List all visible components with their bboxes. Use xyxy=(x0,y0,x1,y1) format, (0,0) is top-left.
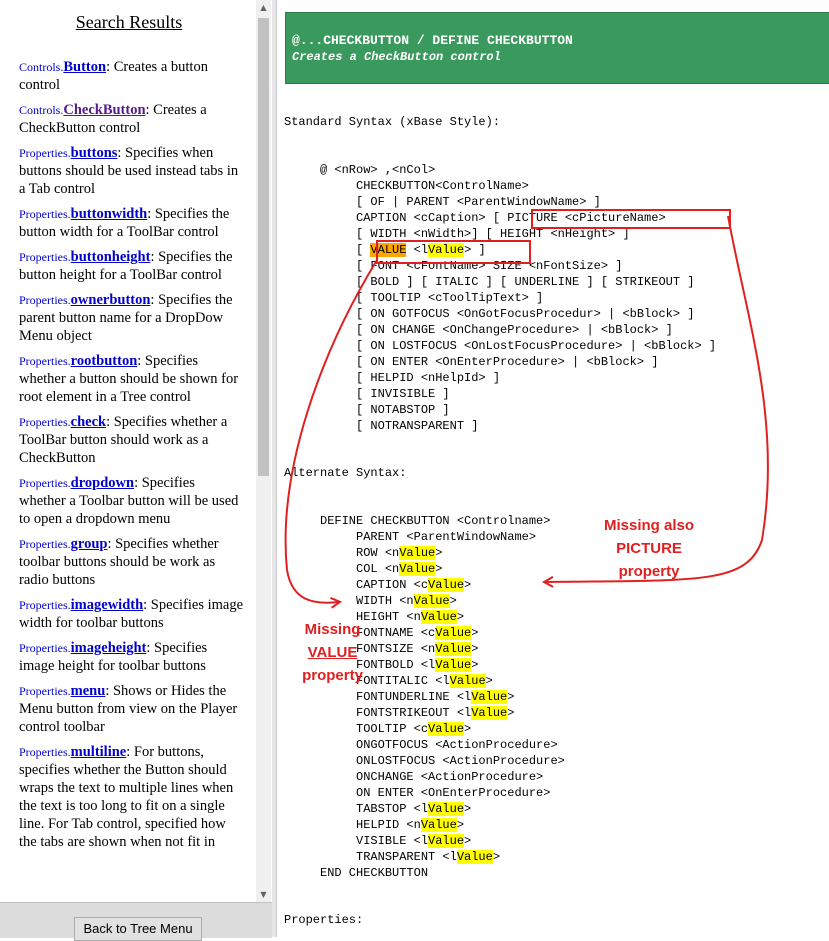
search-result-item[interactable]: Properties.menu: Shows or Hides the Menu… xyxy=(19,682,244,736)
sidebar-footer: Back to Tree Menu xyxy=(0,902,272,941)
value-arrow xyxy=(284,259,378,603)
result-link[interactable]: check xyxy=(71,414,106,430)
result-category: Properties. xyxy=(19,146,71,160)
annotation-arrows xyxy=(284,215,769,937)
search-result-item[interactable]: Properties.group: Specifies whether tool… xyxy=(19,535,244,589)
result-category: Properties. xyxy=(19,598,71,612)
result-category: Properties. xyxy=(19,745,71,759)
result-category: Properties. xyxy=(19,207,71,221)
search-results-list: Search Results Controls.Button: Creates … xyxy=(0,0,256,902)
result-link[interactable]: imageheight xyxy=(71,640,147,656)
result-link[interactable]: dropdown xyxy=(71,475,134,491)
search-result-item[interactable]: Properties.imagewidth: Specifies image w… xyxy=(19,596,244,632)
result-link[interactable]: multiline xyxy=(71,744,127,760)
search-result-item[interactable]: Controls.Button: Creates a button contro… xyxy=(19,58,244,94)
result-link[interactable]: buttonheight xyxy=(71,249,151,265)
result-link[interactable]: CheckButton xyxy=(63,102,145,118)
result-link[interactable]: group xyxy=(71,536,108,552)
result-link[interactable]: Button xyxy=(63,59,106,75)
search-result-item[interactable]: Properties.ownerbutton: Specifies the pa… xyxy=(19,291,244,345)
picture-arrow xyxy=(545,215,769,582)
search-result-item[interactable]: Properties.buttonwidth: Specifies the bu… xyxy=(19,205,244,241)
result-link[interactable]: ownerbutton xyxy=(71,292,151,308)
result-category: Properties. xyxy=(19,641,71,655)
result-category: Properties. xyxy=(19,476,71,490)
documentation-content: @...CHECKBUTTON / DEFINE CHECKBUTTON Cre… xyxy=(277,0,829,937)
scroll-down-arrow-icon[interactable]: ▼ xyxy=(256,887,271,902)
result-category: Properties. xyxy=(19,293,71,307)
search-result-item[interactable]: Properties.buttons: Specifies when butto… xyxy=(19,144,244,198)
sidebar-scrollbar[interactable]: ▲ ▼ xyxy=(256,0,271,902)
search-result-item[interactable]: Properties.check: Specifies whether a To… xyxy=(19,413,244,467)
search-results-title: Search Results xyxy=(75,12,183,32)
result-link[interactable]: buttonwidth xyxy=(71,206,148,222)
result-category: Controls. xyxy=(19,103,64,117)
search-result-item[interactable]: Properties.dropdown: Specifies whether a… xyxy=(19,474,244,528)
result-link[interactable]: imagewidth xyxy=(71,597,144,613)
search-results-panel: Search Results Controls.Button: Creates … xyxy=(0,0,273,941)
result-category: Properties. xyxy=(19,250,71,264)
result-link[interactable]: rootbutton xyxy=(71,353,138,369)
result-category: Properties. xyxy=(19,415,71,429)
back-to-tree-menu-button[interactable]: Back to Tree Menu xyxy=(74,917,202,941)
result-description: : For buttons, specifies whether the But… xyxy=(19,744,234,850)
search-result-item[interactable]: Controls.CheckButton: Creates a CheckBut… xyxy=(19,101,244,137)
search-result-item[interactable]: Properties.multiline: For buttons, speci… xyxy=(19,743,244,851)
result-category: Controls. xyxy=(19,60,64,74)
scrollbar-thumb[interactable] xyxy=(258,18,269,476)
search-result-item[interactable]: Properties.buttonheight: Specifies the b… xyxy=(19,248,244,284)
result-link[interactable]: buttons xyxy=(71,145,118,161)
result-link[interactable]: menu xyxy=(71,683,106,699)
search-result-item[interactable]: Properties.rootbutton: Specifies whether… xyxy=(19,352,244,406)
scroll-up-arrow-icon[interactable]: ▲ xyxy=(256,0,271,15)
search-result-item[interactable]: Properties.imageheight: Specifies image … xyxy=(19,639,244,675)
result-category: Properties. xyxy=(19,684,71,698)
result-category: Properties. xyxy=(19,354,71,368)
result-category: Properties. xyxy=(19,537,71,551)
search-result-entries: Controls.Button: Creates a button contro… xyxy=(19,58,244,858)
